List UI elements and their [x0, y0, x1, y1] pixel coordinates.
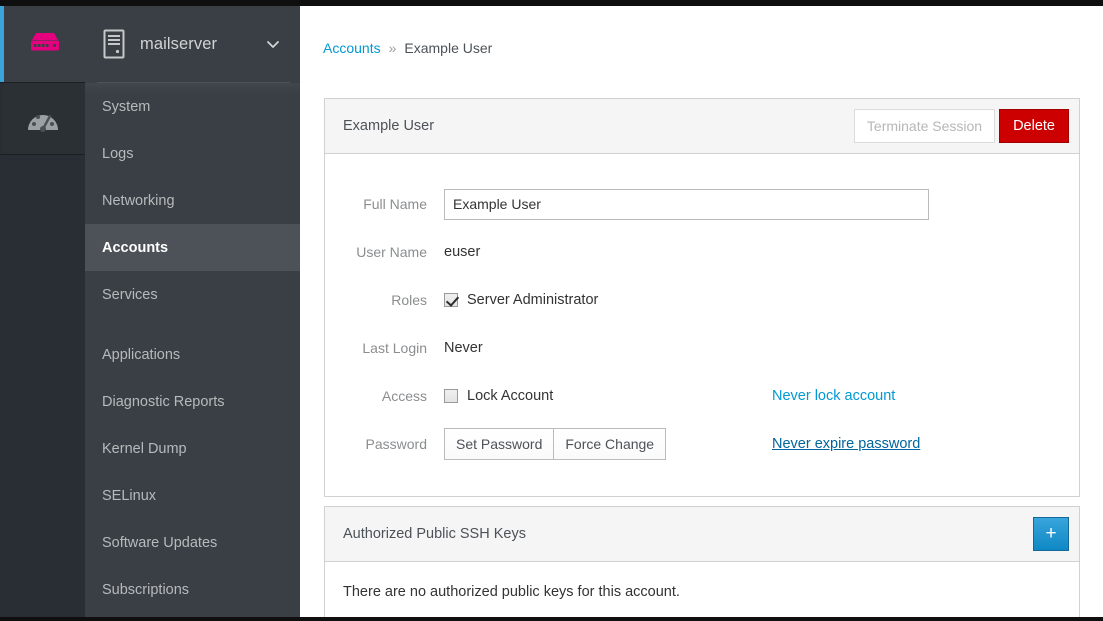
ssh-keys-empty-message: There are no authorized public keys for … [343, 584, 680, 600]
add-ssh-key-button[interactable]: + [1033, 517, 1069, 551]
dashboard-gauge-icon [27, 114, 58, 132]
host-name: mailserver [140, 34, 218, 53]
cockpit-web-console: mailserver System Logs Networking Accoun… [0, 0, 1103, 621]
ssh-keys-card-header: Authorized Public SSH Keys + [325, 507, 1079, 562]
server-administrator-checkbox[interactable] [444, 293, 458, 307]
sidebar-item-applications[interactable]: Applications [85, 331, 300, 378]
password-label: Password [365, 436, 427, 452]
sidebar-nav: System Logs Networking Accounts Services… [85, 83, 300, 617]
lock-account-label: Lock Account [467, 388, 554, 404]
brand-logo [4, 6, 85, 82]
sidebar-item-label: Services [102, 286, 158, 303]
sidebar-item-networking[interactable]: Networking [85, 177, 300, 224]
sidebar-item-services[interactable]: Services [85, 271, 300, 318]
breadcrumb-separator: » [388, 40, 397, 56]
account-card-header: Example User Terminate Session Delete [325, 99, 1079, 154]
account-card-actions: Terminate Session Delete [853, 109, 1069, 143]
main-content: Accounts » Example User Example User Ter… [300, 6, 1103, 617]
breadcrumb: Accounts » Example User [323, 40, 492, 56]
breadcrumb-current: Example User [404, 40, 493, 56]
host-selector[interactable]: mailserver [85, 6, 300, 82]
sidebar-item-diagnostic-reports[interactable]: Diagnostic Reports [85, 378, 300, 425]
sidebar-item-label: Software Updates [102, 534, 218, 551]
nav-group-separator [85, 318, 300, 331]
sidebar-item-label: Applications [102, 346, 181, 363]
sidebar-item-kernel-dump[interactable]: Kernel Dump [85, 425, 300, 472]
sidebar-item-dashboard[interactable] [0, 83, 85, 155]
field-row-last-login: Last Login Never [325, 324, 1079, 372]
last-login-value: Never [444, 340, 483, 356]
field-row-roles: Roles Server Administrator [325, 276, 1079, 324]
force-change-button[interactable]: Force Change [553, 428, 667, 460]
sidebar-item-subscriptions[interactable]: Subscriptions [85, 566, 300, 613]
sidebar-item-label: Kernel Dump [102, 440, 187, 457]
rail-active-edge [0, 83, 3, 154]
full-name-input[interactable] [444, 188, 929, 220]
sidebar-item-label: Subscriptions [102, 581, 190, 598]
sidebar: mailserver System Logs Networking Accoun… [0, 6, 300, 617]
roles-label: Roles [391, 292, 427, 308]
account-card-body: Full Name User Name euser Roles Server A… [325, 154, 1079, 496]
never-lock-account-link[interactable]: Never lock account [772, 388, 895, 404]
breadcrumb-accounts-link[interactable]: Accounts [323, 40, 381, 56]
ssh-keys-card-actions: + [1033, 517, 1069, 551]
sidebar-item-selinux[interactable]: SELinux [85, 472, 300, 519]
window-bottom-chrome [0, 617, 1103, 621]
sidebar-item-label: Diagnostic Reports [102, 393, 225, 410]
lock-account-checkbox-wrap[interactable]: Lock Account [444, 388, 553, 404]
sidebar-item-accounts[interactable]: Accounts [85, 224, 300, 271]
field-row-full-name: Full Name [325, 180, 1079, 228]
lock-account-checkbox[interactable] [444, 389, 458, 403]
server-tower-icon [103, 29, 125, 59]
chevron-down-icon [267, 41, 279, 48]
account-card-title: Example User [343, 118, 435, 134]
ssh-keys-card: Authorized Public SSH Keys + There are n… [324, 506, 1080, 617]
sidebar-item-label: System [102, 98, 151, 115]
sidebar-item-label: SELinux [102, 487, 157, 504]
last-login-label: Last Login [362, 340, 427, 356]
sidebar-item-system[interactable]: System [85, 83, 300, 130]
sidebar-item-label: Logs [102, 145, 134, 162]
server-administrator-label: Server Administrator [467, 292, 599, 308]
never-expire-password-link[interactable]: Never expire password [772, 436, 920, 452]
field-row-password: Password Set Password Force Change Never… [325, 420, 1079, 468]
password-button-group: Set Password Force Change [444, 428, 667, 460]
user-name-value: euser [444, 244, 481, 260]
account-card: Example User Terminate Session Delete Fu… [324, 98, 1080, 497]
sidebar-item-label: Networking [102, 192, 175, 209]
server-administrator-checkbox-wrap[interactable]: Server Administrator [444, 292, 598, 308]
field-row-user-name: User Name euser [325, 228, 1079, 276]
access-label: Access [381, 388, 427, 404]
sidebar-item-logs[interactable]: Logs [85, 130, 300, 177]
sidebar-item-label: Accounts [102, 239, 169, 256]
field-row-access: Access Lock Account Never lock account [325, 372, 1079, 420]
sidebar-header: mailserver [0, 6, 300, 83]
full-name-label: Full Name [363, 196, 427, 212]
user-name-label: User Name [356, 244, 427, 260]
ssh-keys-card-title: Authorized Public SSH Keys [343, 526, 526, 542]
set-password-button[interactable]: Set Password [444, 428, 555, 460]
server-rack-icon [30, 33, 59, 51]
icon-rail [0, 82, 85, 617]
sidebar-item-software-updates[interactable]: Software Updates [85, 519, 300, 566]
delete-account-button[interactable]: Delete [999, 109, 1069, 143]
terminate-session-button[interactable]: Terminate Session [853, 109, 996, 143]
